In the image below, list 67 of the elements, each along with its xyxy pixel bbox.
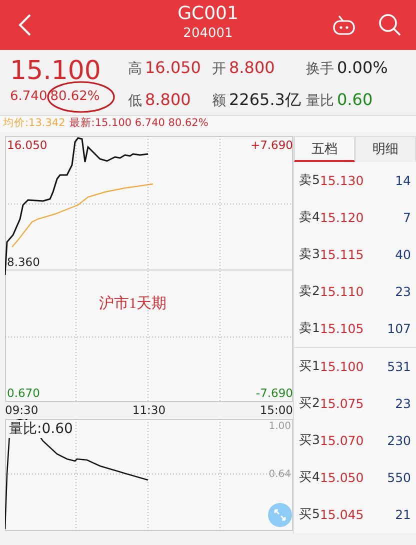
stat-value: 0.00% [337,58,388,77]
order-price: 15.050 [320,470,364,485]
order-level-label: 买2 [299,395,320,412]
stat-label: 低 [128,92,142,110]
stat-label: 高 [128,60,142,78]
axis-label: 1.00 [268,420,291,434]
order-volume: 21 [395,507,411,522]
axis-label: 16.050 [7,138,48,152]
order-volume: 230 [387,433,411,448]
axis-label: 0.64 [268,468,291,482]
order-price: 15.100 [320,359,364,374]
order-price: 15.110 [320,284,364,299]
stat-value: 8.800 [229,58,275,77]
order-volume: 40 [395,247,411,262]
order-price: 15.105 [320,321,364,336]
order-volume: 14 [395,173,411,188]
search-icon[interactable] [378,13,402,37]
order-volume: 550 [387,470,411,485]
order-price: 15.115 [320,247,364,262]
time-label: 11:30 [132,402,166,419]
order-price: 15.070 [320,433,364,448]
chart-caption: 沪市1天期 [99,294,166,313]
order-volume: 107 [387,321,411,336]
stat-value: 16.050 [145,58,201,77]
time-label: 15:00 [260,402,293,419]
latest-price-line: 最新:15.100 6.740 80.62% [69,116,208,131]
stat-value: 2265.3亿 [229,90,301,111]
stat-label: 开 [212,60,226,78]
back-icon[interactable] [18,13,32,37]
order-price: 15.130 [320,173,364,188]
axis-label: -7.690 [256,386,293,400]
stock-code-title: GC001 [178,3,238,25]
stat-label: 量比 [306,92,334,110]
order-volume: 23 [395,284,411,299]
order-book-tab[interactable]: 五档 [294,136,355,162]
annotation-ellipse [46,80,116,116]
average-price: 均价:13.342 [3,116,66,131]
order-volume: 7 [403,210,411,225]
time-label: 09:30 [5,402,38,419]
order-level-label: 卖1 [299,320,320,337]
axis-label: +7.690 [250,138,293,152]
order-level-label: 买3 [299,432,320,449]
order-book-tab[interactable]: 明细 [355,136,416,162]
order-price: 15.075 [320,396,364,411]
robot-icon[interactable] [332,14,356,36]
order-level-label: 买5 [299,506,320,523]
stock-number: 204001 [183,25,233,43]
stat-label: 额 [212,92,226,110]
order-price: 15.045 [320,507,364,522]
stat-label: 换手 [306,60,334,78]
price-change: 6.740 [10,89,48,104]
order-level-label: 卖3 [299,246,320,263]
order-level-label: 卖2 [299,283,320,300]
stat-value: 8.800 [145,90,191,109]
order-level-label: 卖5 [299,172,320,189]
axis-label: 8.360 [7,255,40,269]
axis-label: 0.670 [7,386,40,400]
order-level-label: 买1 [299,358,320,375]
percent-change: 80.62% [50,89,100,104]
order-volume: 23 [395,396,411,411]
order-level-label: 买4 [299,469,320,486]
order-price: 15.120 [320,210,364,225]
order-level-label: 卖4 [299,209,320,226]
last-price: 15.100 [10,56,102,86]
volume-ratio-label: 量比:0.60 [7,420,75,438]
order-volume: 531 [387,359,411,374]
stat-value: 0.60 [337,90,373,109]
